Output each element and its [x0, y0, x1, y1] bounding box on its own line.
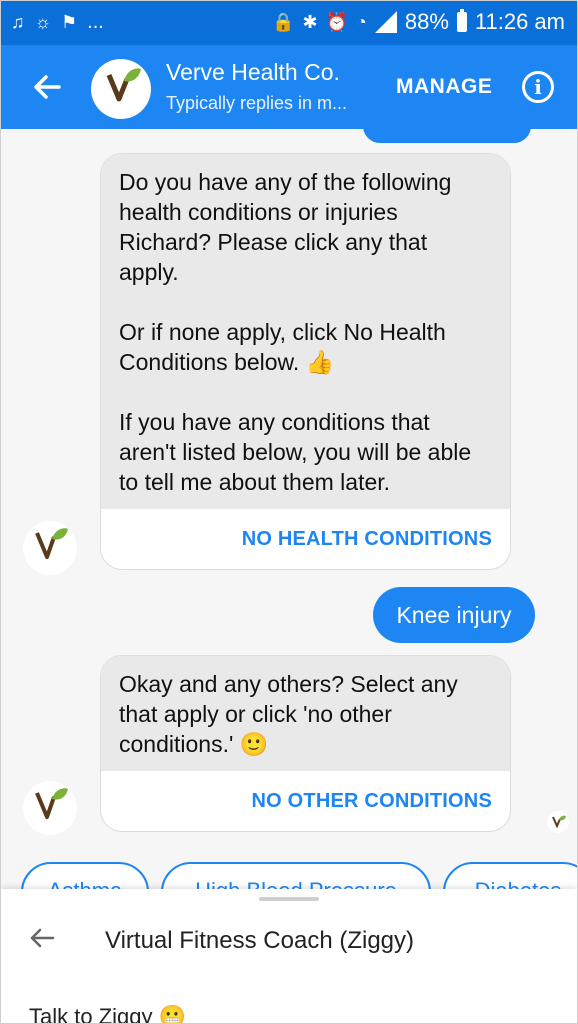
- wifi-icon: ◔: [355, 12, 367, 32]
- manage-button[interactable]: MANAGE: [396, 75, 492, 99]
- bluetooth-icon: ✱: [302, 12, 318, 32]
- quick-reply-asthma[interactable]: Asthma: [21, 862, 149, 889]
- chat-header: Verve Health Co. Typically replies in m.…: [1, 45, 577, 129]
- chat-subtitle: Typically replies in m...: [166, 93, 348, 113]
- verve-logo-icon: [552, 815, 566, 829]
- alarm-icon: ⏰: [325, 12, 348, 32]
- bot-avatar: [23, 781, 77, 835]
- drag-handle[interactable]: [259, 897, 319, 901]
- business-logo[interactable]: [91, 59, 151, 119]
- menu-item-talk-to-ziggy[interactable]: Talk to Ziggy 😬: [29, 1004, 186, 1023]
- previous-user-message: [363, 129, 531, 143]
- menu-title: Virtual Fitness Coach (Ziggy): [105, 927, 414, 954]
- weather-icon: ☼: [34, 12, 52, 32]
- read-receipt-avatar: [547, 811, 569, 833]
- app-window: ♫ ☼ ⚑ ... 🔒 ✱ ⏰ ◔ 88% 11:26 am Verve Hea…: [0, 0, 578, 1024]
- no-health-conditions-button[interactable]: NO HEALTH CONDITIONS: [101, 509, 510, 569]
- chat-title: Verve Health Co.: [166, 59, 340, 85]
- bot-message-card: Do you have any of the following health …: [100, 153, 511, 570]
- more-notifications: ...: [87, 10, 104, 33]
- menu-back-arrow-icon[interactable]: [27, 923, 57, 953]
- verve-logo-icon: [106, 68, 141, 102]
- battery-icon: [456, 9, 467, 32]
- verve-logo-icon: [35, 788, 68, 819]
- bot-message-text: Do you have any of the following health …: [101, 154, 510, 509]
- quick-reply-high-blood-pressure[interactable]: High Blood Pressure: [161, 862, 431, 889]
- user-message: Knee injury: [373, 587, 535, 643]
- verve-logo-icon: [35, 528, 68, 559]
- conversation: Do you have any of the following health …: [1, 129, 577, 889]
- bot-message-card: Okay and any others? Select any that app…: [100, 655, 511, 832]
- signal-icon: [374, 11, 397, 33]
- lock-icon: 🔒: [272, 12, 295, 32]
- no-other-conditions-button[interactable]: NO OTHER CONDITIONS: [101, 771, 510, 831]
- bot-message-text: Okay and any others? Select any that app…: [101, 656, 510, 771]
- back-arrow-icon[interactable]: [29, 69, 65, 105]
- status-bar: ♫ ☼ ⚑ ... 🔒 ✱ ⏰ ◔ 88% 11:26 am: [1, 1, 577, 45]
- info-icon[interactable]: i: [522, 71, 554, 103]
- persistent-menu: Virtual Fitness Coach (Ziggy) Talk to Zi…: [1, 889, 577, 1023]
- battery-percent: 88%: [404, 9, 449, 34]
- bot-avatar: [23, 521, 77, 575]
- music-note-icon: ♫: [11, 12, 25, 32]
- quick-replies: Asthma High Blood Pressure Diabetes: [1, 862, 577, 889]
- quick-reply-diabetes[interactable]: Diabetes: [443, 862, 577, 889]
- clock: 11:26 am: [474, 9, 565, 34]
- check-flag-icon: ⚑: [61, 12, 78, 32]
